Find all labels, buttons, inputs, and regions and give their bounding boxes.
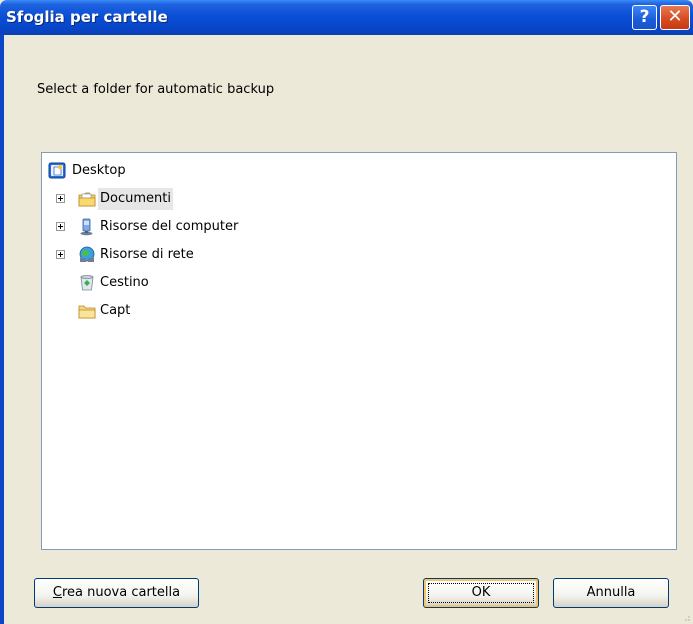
folder-tree[interactable]: Desktop Documenti Risorse del computer R… [41, 152, 677, 550]
tree-item-capt[interactable]: Capt [78, 300, 278, 322]
resize-grip-icon[interactable] [681, 612, 691, 622]
focus-ring [428, 583, 534, 603]
desktop-icon [48, 162, 66, 179]
tree-item-risorse-di-rete[interactable]: Risorse di rete [56, 244, 276, 266]
browse-folder-dialog: Sfoglia per cartelle ? ✕ Select a folder… [0, 0, 693, 624]
tree-item-label: Cestino [100, 275, 149, 290]
new-folder-button[interactable]: Crea nuova cartella [34, 578, 199, 608]
tree-item-label: Risorse del computer [100, 219, 239, 234]
tree-item-label: Risorse di rete [100, 247, 194, 262]
close-icon: ✕ [667, 6, 683, 27]
documents-folder-icon [78, 192, 96, 207]
help-icon: ? [639, 7, 650, 27]
tree-item-desktop[interactable]: Desktop [48, 160, 248, 182]
tree-item-risorse-del-computer[interactable]: Risorse del computer [56, 216, 296, 238]
title-bar[interactable]: Sfoglia per cartelle ? ✕ [0, 0, 693, 35]
expand-icon[interactable] [56, 250, 65, 259]
new-folder-accelerator: C [52, 585, 62, 600]
tree-item-cestino[interactable]: Cestino [78, 272, 278, 294]
expand-icon[interactable] [56, 194, 65, 203]
cancel-label: Annulla [586, 585, 636, 600]
window-frame-left [0, 35, 4, 624]
tree-item-documenti[interactable]: Documenti [56, 188, 256, 210]
help-button[interactable]: ? [632, 5, 657, 30]
tree-item-label: Capt [100, 303, 131, 318]
folder-icon [78, 305, 96, 319]
instruction-text: Select a folder for automatic backup [37, 82, 275, 97]
close-button[interactable]: ✕ [660, 5, 690, 30]
ok-button[interactable]: OK [423, 578, 539, 608]
cancel-button[interactable]: Annulla [553, 578, 669, 608]
network-icon [79, 246, 95, 262]
computer-icon [80, 218, 93, 236]
tree-item-label: Desktop [72, 163, 126, 178]
window-title: Sfoglia per cartelle [6, 8, 168, 26]
recycle-bin-icon [80, 275, 94, 291]
expand-icon[interactable] [56, 222, 65, 231]
new-folder-label: rea nuova cartella [61, 585, 181, 600]
tree-item-label: Documenti [98, 188, 173, 210]
